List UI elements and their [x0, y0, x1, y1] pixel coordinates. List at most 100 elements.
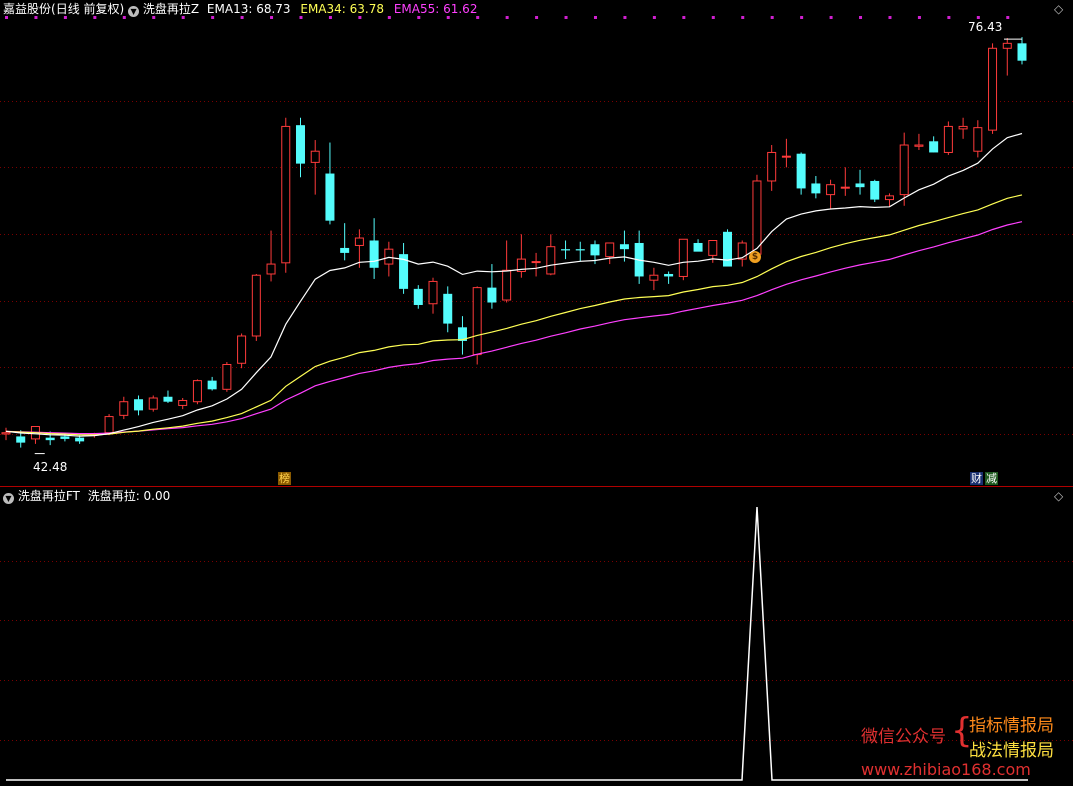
- top-dot: [682, 16, 686, 19]
- candle-body: [664, 273, 674, 277]
- sub-chart-header: ▼ 洗盘再拉FT 洗盘再拉: 0.00: [3, 489, 170, 504]
- candle-body: [192, 380, 202, 403]
- chevron-down-icon[interactable]: ▼: [3, 493, 14, 504]
- candle-body: [325, 173, 335, 221]
- main-chart-header: 嘉益股份(日线 前复权) ▼ 洗盘再拉Z EMA13: 68.73 EMA34:…: [3, 2, 477, 17]
- candle-body: [207, 380, 217, 390]
- stock-name: 嘉益股份: [3, 2, 52, 16]
- jian-badge[interactable]: 减: [985, 472, 998, 485]
- candle-body: [163, 396, 173, 402]
- candle-body: [178, 399, 188, 406]
- candle-body: [826, 184, 836, 196]
- candle-body: [870, 180, 880, 200]
- candle-body: [1002, 42, 1012, 49]
- watermark-line1: 指标情报局: [969, 716, 1054, 736]
- coin-icon[interactable]: $: [749, 251, 761, 263]
- candle-body: [266, 263, 276, 275]
- candle-body: [75, 437, 85, 442]
- candle-body: [45, 437, 55, 441]
- candle-body: [899, 144, 909, 196]
- watermark-url: www.zhibiao168.com: [861, 760, 1031, 779]
- candle-body: [251, 274, 261, 337]
- period-label: (日线 前复权): [51, 2, 125, 16]
- top-dot: [593, 16, 597, 19]
- candle-body: [752, 180, 762, 255]
- candle-body: [943, 125, 953, 153]
- top-dot: [711, 16, 715, 19]
- top-dot: [947, 16, 951, 19]
- ema13-line: [5, 132, 1023, 437]
- candle-body: [781, 155, 791, 158]
- candle-body: [561, 249, 571, 251]
- candle-body: [737, 242, 747, 260]
- top-dot: [652, 16, 656, 19]
- top-dot: [505, 16, 509, 19]
- candle-body: [929, 141, 939, 153]
- candle-body: [487, 287, 497, 303]
- candle-body: [354, 237, 364, 246]
- ema55-value: EMA55: 61.62: [393, 2, 478, 16]
- candle-body: [811, 183, 821, 194]
- candle-body: [649, 274, 659, 281]
- indicator-name[interactable]: 洗盘再拉Z: [143, 2, 199, 16]
- candle-body: [16, 436, 26, 443]
- ema55-line: [5, 221, 1023, 435]
- candle-body: [546, 246, 556, 275]
- top-dot: [741, 16, 745, 19]
- candle-body: [340, 247, 350, 253]
- low-price-label: 42.48: [33, 460, 68, 474]
- top-dot: [623, 16, 627, 19]
- candle-body: [60, 436, 70, 439]
- candle-body: [531, 261, 541, 264]
- stock-chart: [0, 16, 1073, 781]
- candle-body: [472, 287, 482, 356]
- sub-indicator-name[interactable]: 洗盘再拉FT: [18, 489, 80, 503]
- candle-body: [281, 125, 291, 264]
- candle-body: [428, 280, 438, 305]
- high-price-label: 76.43: [968, 20, 1003, 34]
- candle-body: [840, 186, 850, 189]
- candle-body: [104, 416, 114, 434]
- candle-body: [148, 397, 158, 410]
- candle-body: [678, 238, 688, 277]
- candlesticks: [1, 37, 1027, 448]
- candle-body: [723, 231, 733, 267]
- candle-body: [443, 293, 453, 324]
- cai-badge[interactable]: 财: [970, 472, 983, 485]
- diamond-icon[interactable]: ◇: [1054, 489, 1063, 503]
- sub-indicator-value: 洗盘再拉: 0.00: [87, 489, 171, 503]
- ema34-value: EMA34: 63.78: [300, 2, 384, 16]
- candle-body: [119, 401, 129, 416]
- candle-body: [237, 335, 247, 364]
- candle-body: [590, 244, 600, 256]
- candle-body: [369, 240, 379, 268]
- ema34-line: [5, 194, 1023, 436]
- candle-body: [796, 153, 806, 189]
- candle-body: [413, 288, 423, 305]
- candle-body: [855, 183, 865, 188]
- top-dot: [859, 16, 863, 19]
- candle-body: [502, 269, 512, 301]
- candle-body: [693, 242, 703, 252]
- candle-body: [619, 244, 629, 250]
- ema13-value: EMA13: 68.73: [206, 2, 291, 16]
- top-dot: [829, 16, 833, 19]
- candle-body: [988, 47, 998, 131]
- top-dot: [535, 16, 539, 19]
- candle-body: [605, 242, 615, 258]
- candle-body: [134, 399, 144, 411]
- candle-body: [1017, 43, 1027, 61]
- bang-badge[interactable]: 榜: [278, 472, 291, 485]
- top-dot: [888, 16, 892, 19]
- candle-body: [973, 127, 983, 152]
- top-dot: [1006, 16, 1010, 19]
- top-dot: [917, 16, 921, 19]
- candle-body: [310, 150, 320, 163]
- candle-body: [767, 151, 777, 182]
- candle-body: [914, 144, 924, 147]
- watermark-line2: 战法情报局: [969, 741, 1054, 761]
- candle-body: [222, 364, 232, 390]
- top-dot: [976, 16, 980, 19]
- chevron-down-icon[interactable]: ▼: [128, 6, 140, 17]
- diamond-icon[interactable]: ◇: [1054, 2, 1063, 16]
